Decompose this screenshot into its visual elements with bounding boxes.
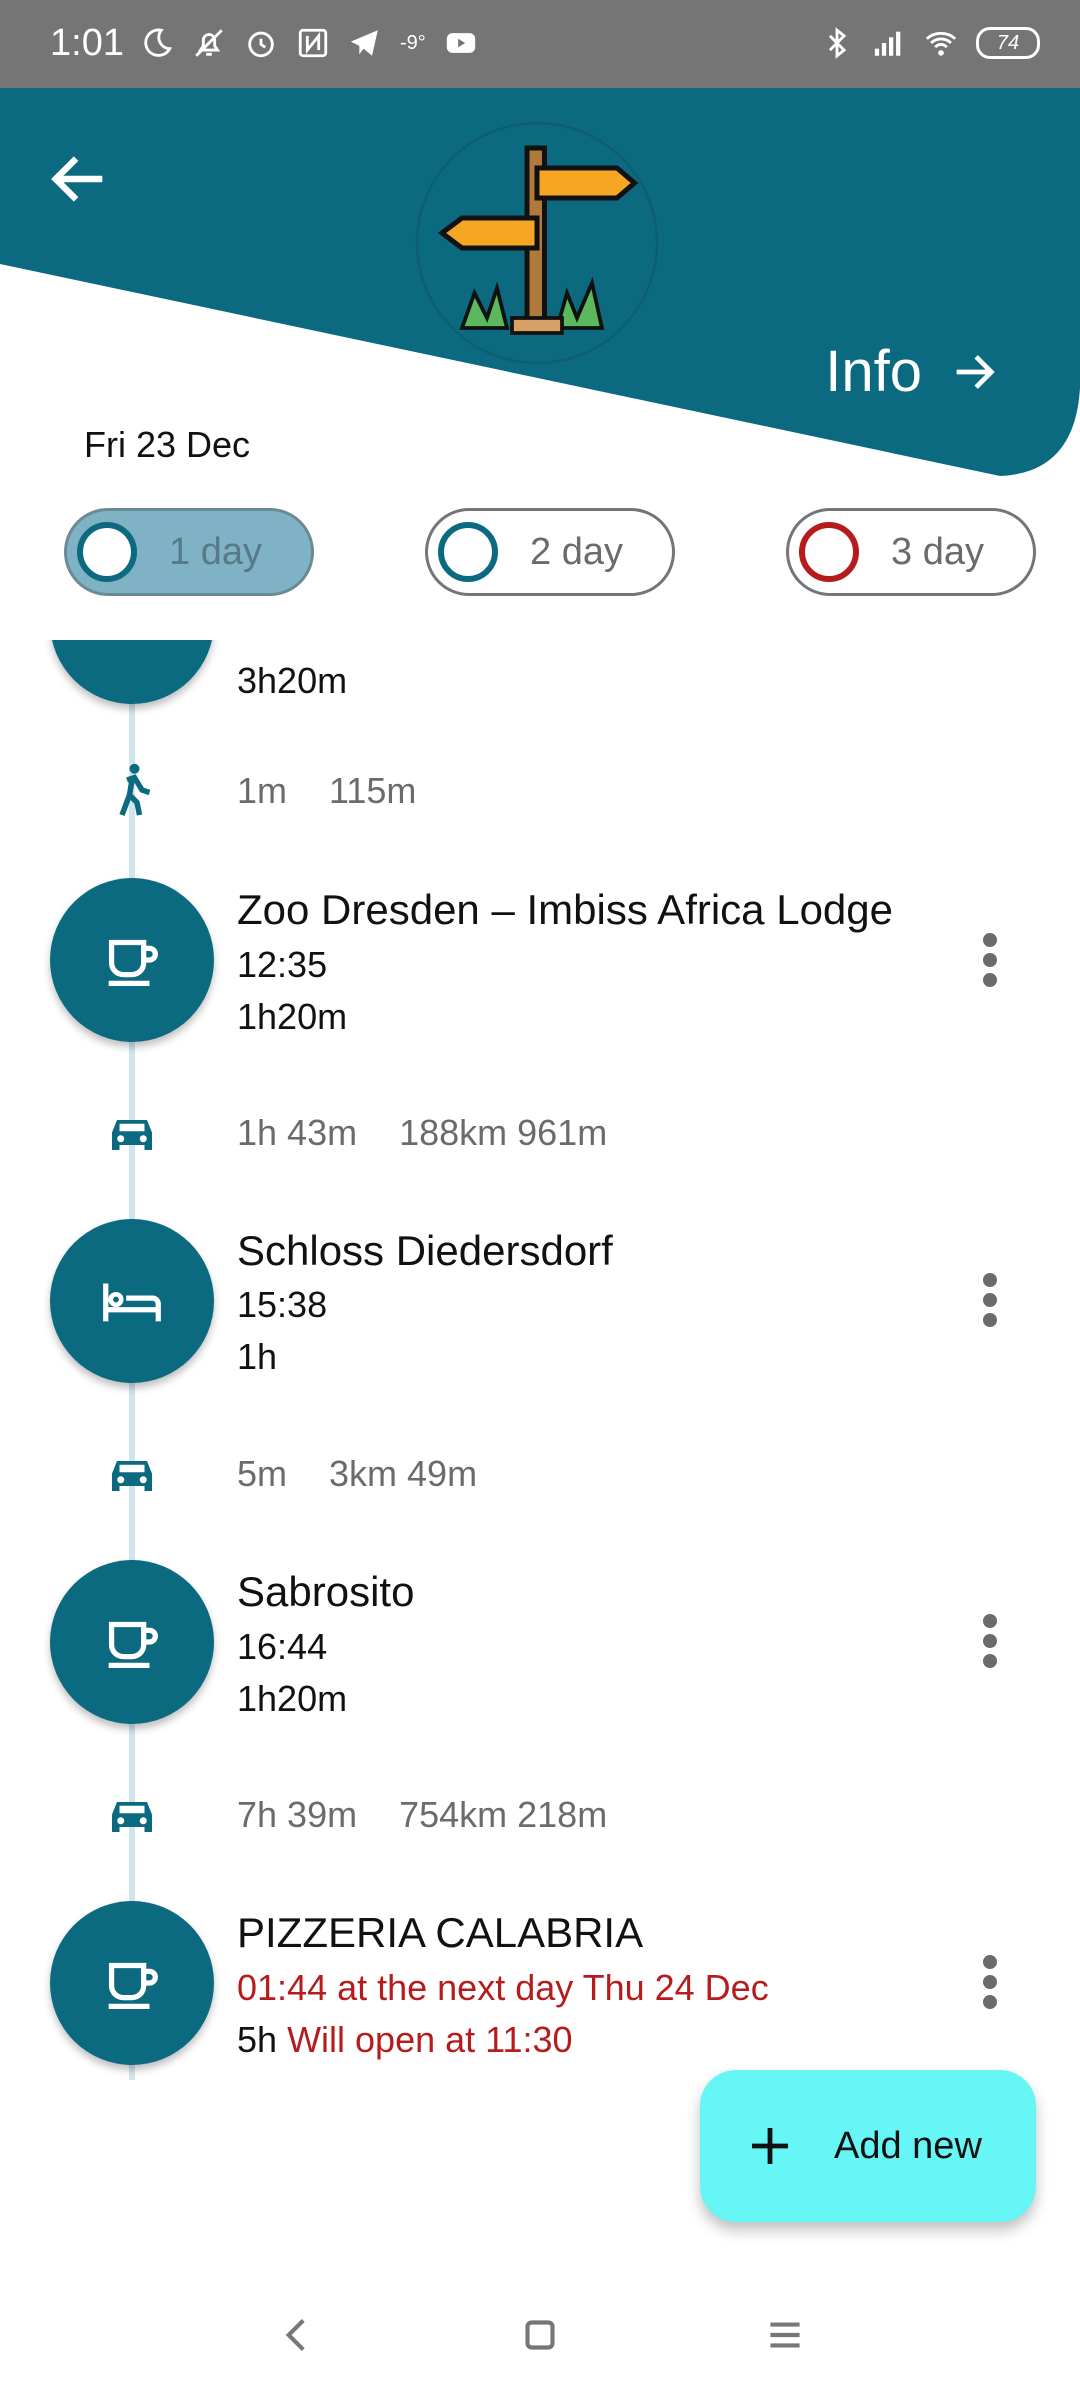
timeline[interactable]: 3h20m 1m 115m Zoo Dresden – Imbiss Africa… (0, 640, 1080, 2090)
status-time: 1:01 (50, 22, 124, 64)
segment-distance: 115m (329, 770, 417, 811)
tab-label: 3 day (891, 530, 984, 573)
nav-home-icon[interactable] (515, 2310, 565, 2360)
stop-arrival: 16:44 (237, 1626, 328, 1667)
bell-off-icon (195, 29, 223, 57)
day-dot (799, 522, 859, 582)
stop-node[interactable] (50, 878, 214, 1042)
status-left-icons: -9° (140, 26, 478, 60)
segment-distance: 754km 218m (399, 1794, 608, 1835)
segment-distance: 188km 961m (399, 1112, 608, 1153)
stop-name: Zoo Dresden – Imbiss Africa Lodge (237, 886, 894, 933)
stop-node[interactable] (50, 1901, 214, 2065)
car-icon (112, 1802, 152, 1832)
wifi-icon (925, 31, 957, 56)
opening-warning: Will open at 11:30 (287, 2019, 573, 2060)
stop-arrival: 12:35 (237, 944, 328, 985)
segment-info: 7h 39m 754km 218m (237, 1794, 607, 1836)
walk-icon (119, 763, 151, 816)
stop-duration: 1h (237, 1336, 278, 1377)
stop-name: Schloss Diedersdorf (237, 1227, 613, 1274)
coffee-icon (108, 1962, 158, 2009)
tab-2-day[interactable]: 2 day (425, 508, 675, 596)
stop-duration: 1h20m (237, 996, 348, 1037)
day-dot (77, 522, 137, 582)
segment-time: 7h 39m (237, 1794, 358, 1835)
segment-time: 1h 43m (237, 1112, 358, 1153)
add-new-button[interactable]: Add new (700, 2070, 1036, 2222)
temperature-icon: -9° (400, 31, 426, 54)
alarm-icon (248, 31, 274, 58)
stop-duration: 3h20m (237, 660, 348, 701)
more-options-icon[interactable] (975, 930, 1005, 990)
car-icon (112, 1461, 152, 1491)
date-label: Fri 23 Dec (84, 424, 251, 465)
stop-node[interactable] (50, 640, 214, 704)
tab-3-day[interactable]: 3 day (786, 508, 1036, 596)
segment-time: 5m (237, 1453, 288, 1494)
segment-info: 5m 3km 49m (237, 1453, 477, 1495)
segment-time: 1m (237, 770, 288, 811)
moon-icon (144, 28, 173, 57)
add-new-label: Add new (834, 2124, 982, 2167)
battery-level: 74 (996, 31, 1020, 54)
segment-info: 1h 43m 188km 961m (237, 1112, 607, 1154)
stop-name: PIZZERIA CALABRIA (237, 1909, 644, 1956)
nfc-icon (298, 28, 328, 58)
stop-duration-row: 5h Will open at 11:30 (237, 2019, 573, 2061)
info-label: Info (825, 339, 922, 404)
stop-name: Sabrosito (237, 1568, 415, 1615)
stop-duration: 1h20m (237, 1678, 348, 1719)
day-dot (438, 522, 498, 582)
car-icon (112, 1120, 152, 1150)
stop-duration: 5h (237, 2019, 278, 2060)
nav-recents-icon[interactable] (760, 2310, 810, 2360)
bed-icon (103, 1283, 161, 1322)
battery-icon: 74 (976, 27, 1040, 59)
arrow-right-icon (956, 354, 995, 389)
coffee-icon (108, 1621, 158, 1668)
telegram-icon (350, 30, 378, 56)
info-button[interactable]: Info (825, 338, 1000, 405)
bluetooth-icon (828, 27, 847, 59)
segment-distance: 3km 49m (329, 1453, 478, 1494)
status-right-icons: 74 (820, 26, 1040, 60)
status-bar: 1:01 -9° 74 (0, 0, 1080, 88)
segment-info: 1m 115m (237, 770, 416, 812)
more-options-icon[interactable] (975, 1270, 1005, 1330)
youtube-icon (446, 33, 475, 53)
coffee-icon (108, 939, 158, 986)
signpost-icon (415, 121, 659, 365)
stop-node[interactable] (50, 1560, 214, 1724)
nav-back-icon[interactable] (272, 2310, 322, 2360)
tab-1-day[interactable]: 1 day (64, 508, 314, 596)
plus-icon (752, 2128, 788, 2164)
stop-node[interactable] (50, 1219, 214, 1383)
stop-arrival: 01:44 at the next day Thu 24 Dec (237, 1967, 769, 2008)
more-options-icon[interactable] (975, 1611, 1005, 1671)
stop-arrival: 15:38 (237, 1284, 328, 1325)
more-options-icon[interactable] (975, 1952, 1005, 2012)
tab-label: 1 day (169, 530, 262, 573)
back-button[interactable] (44, 144, 114, 214)
system-nav-bar (0, 2280, 1080, 2400)
tab-label: 2 day (530, 530, 623, 573)
signal-icon (874, 31, 901, 56)
